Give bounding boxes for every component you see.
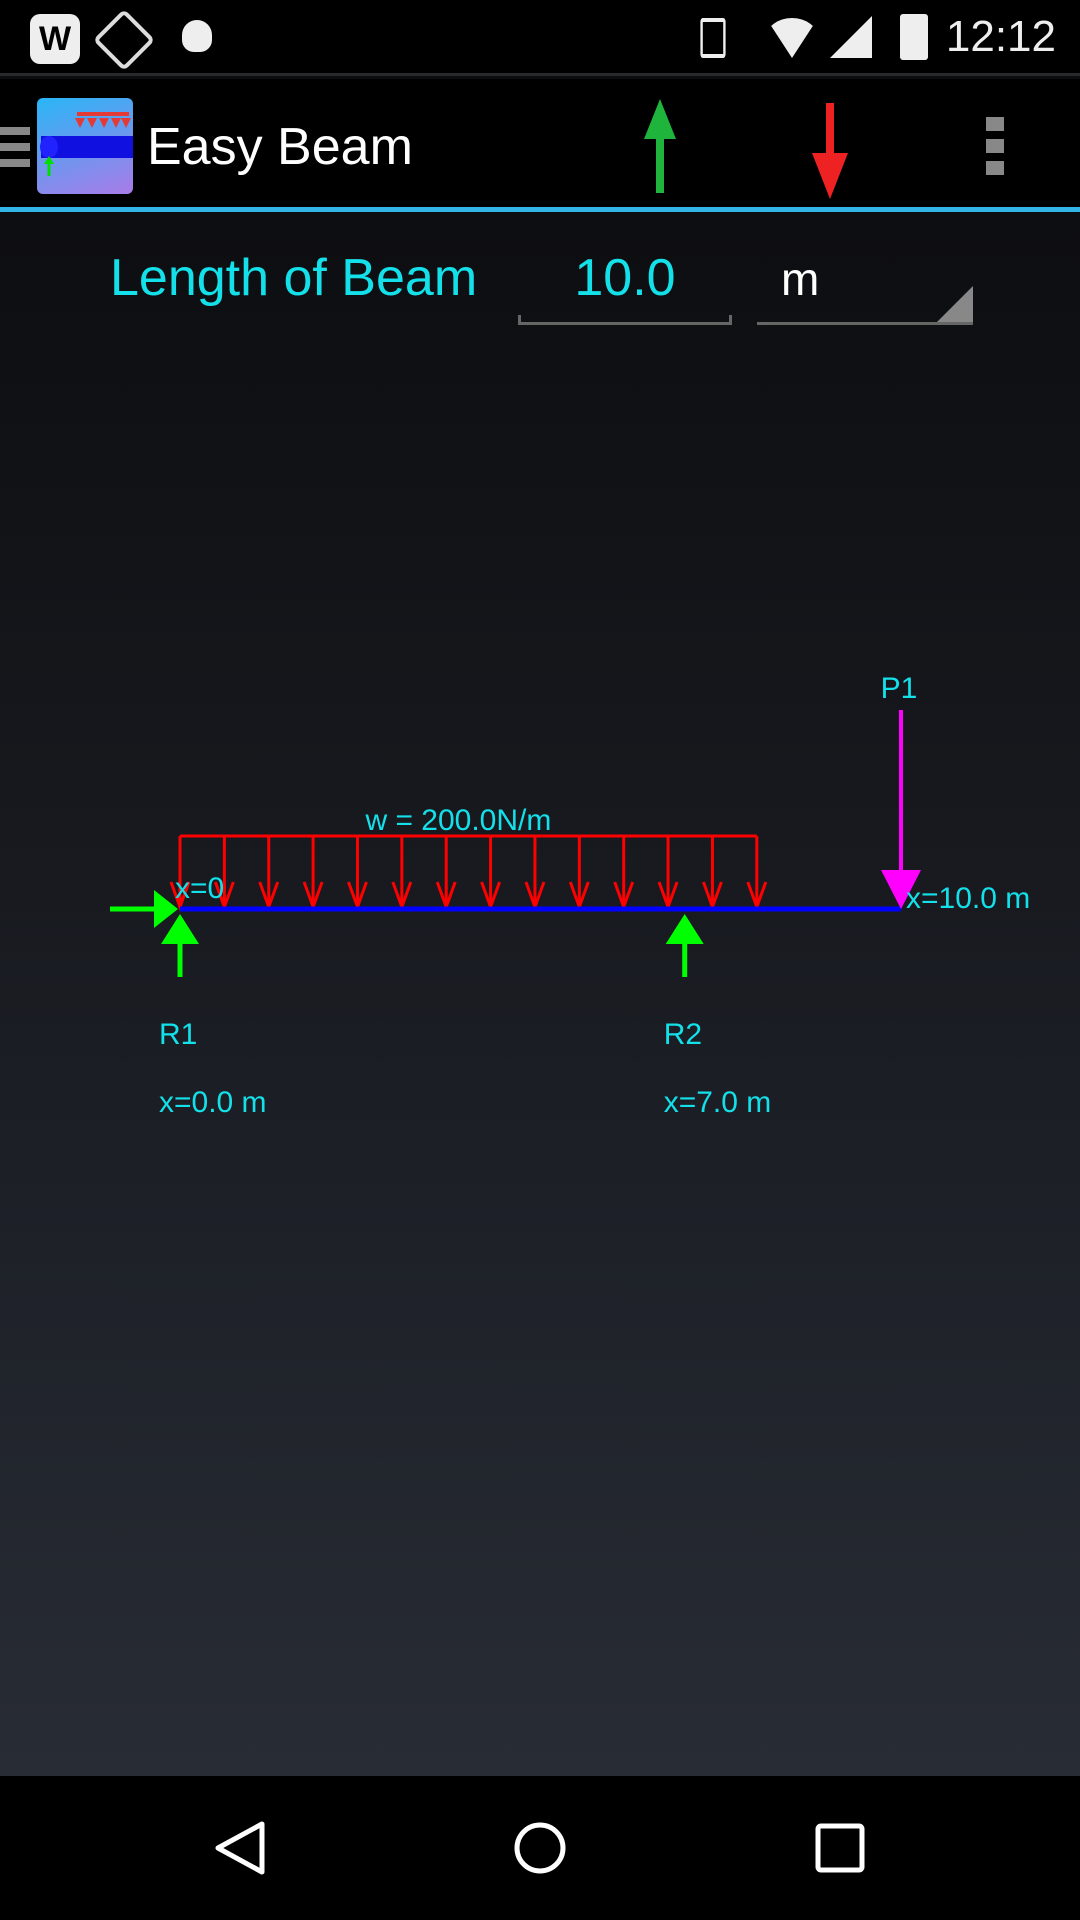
home-icon[interactable] xyxy=(512,1820,568,1876)
support-r1-position: x=0.0 m xyxy=(159,1086,267,1119)
point-load-label: P1 xyxy=(881,672,918,705)
back-icon[interactable] xyxy=(212,1820,268,1876)
distributed-load-label: w = 200.0N/m xyxy=(364,804,551,837)
support-r2-position: x=7.0 m xyxy=(664,1086,772,1119)
point-load[interactable] xyxy=(881,710,921,909)
support-arrow-head xyxy=(161,914,199,944)
beam-diagram: w = 200.0N/m x=0 x=10.0 m P1 R1 x=0.0 m … xyxy=(110,672,1030,1119)
end-label: x=10.0 m xyxy=(906,882,1030,915)
origin-label: x=0 xyxy=(175,872,224,905)
support-arrow-head xyxy=(665,914,704,944)
support-r2-label: R2 xyxy=(664,1018,702,1051)
support-r1-label: R1 xyxy=(159,1018,197,1051)
recents-icon[interactable] xyxy=(814,1822,866,1874)
navigation-bar xyxy=(0,1776,1080,1920)
distributed-load[interactable] xyxy=(169,834,768,912)
